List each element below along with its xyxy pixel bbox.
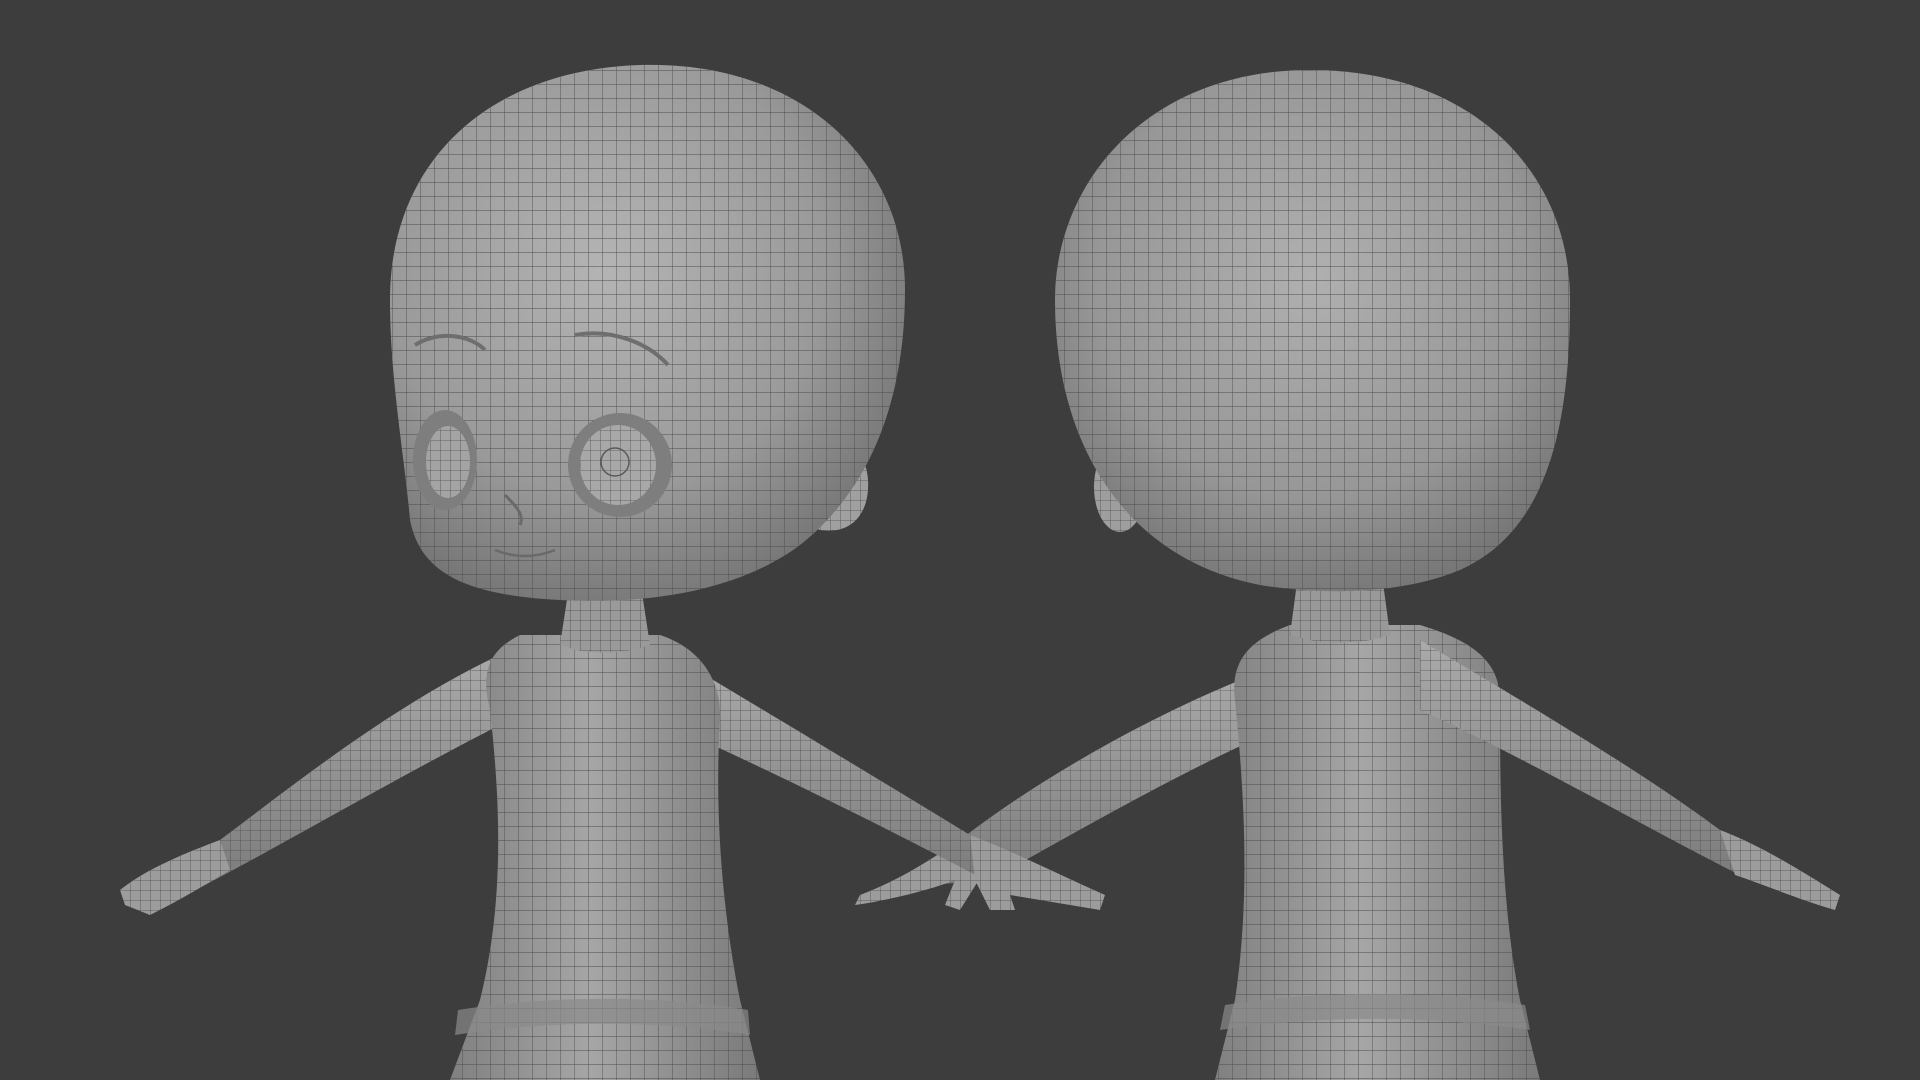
front-view-model [120,64,1105,1080]
3d-viewport[interactable] [0,0,1920,1080]
back-view-model [855,70,1840,1080]
back-model-head [1055,70,1570,592]
back-model-left-arm [855,665,1300,910]
front-model-left-arm [120,650,510,915]
front-model-torso [450,635,760,1080]
scene-render [120,64,1840,1080]
